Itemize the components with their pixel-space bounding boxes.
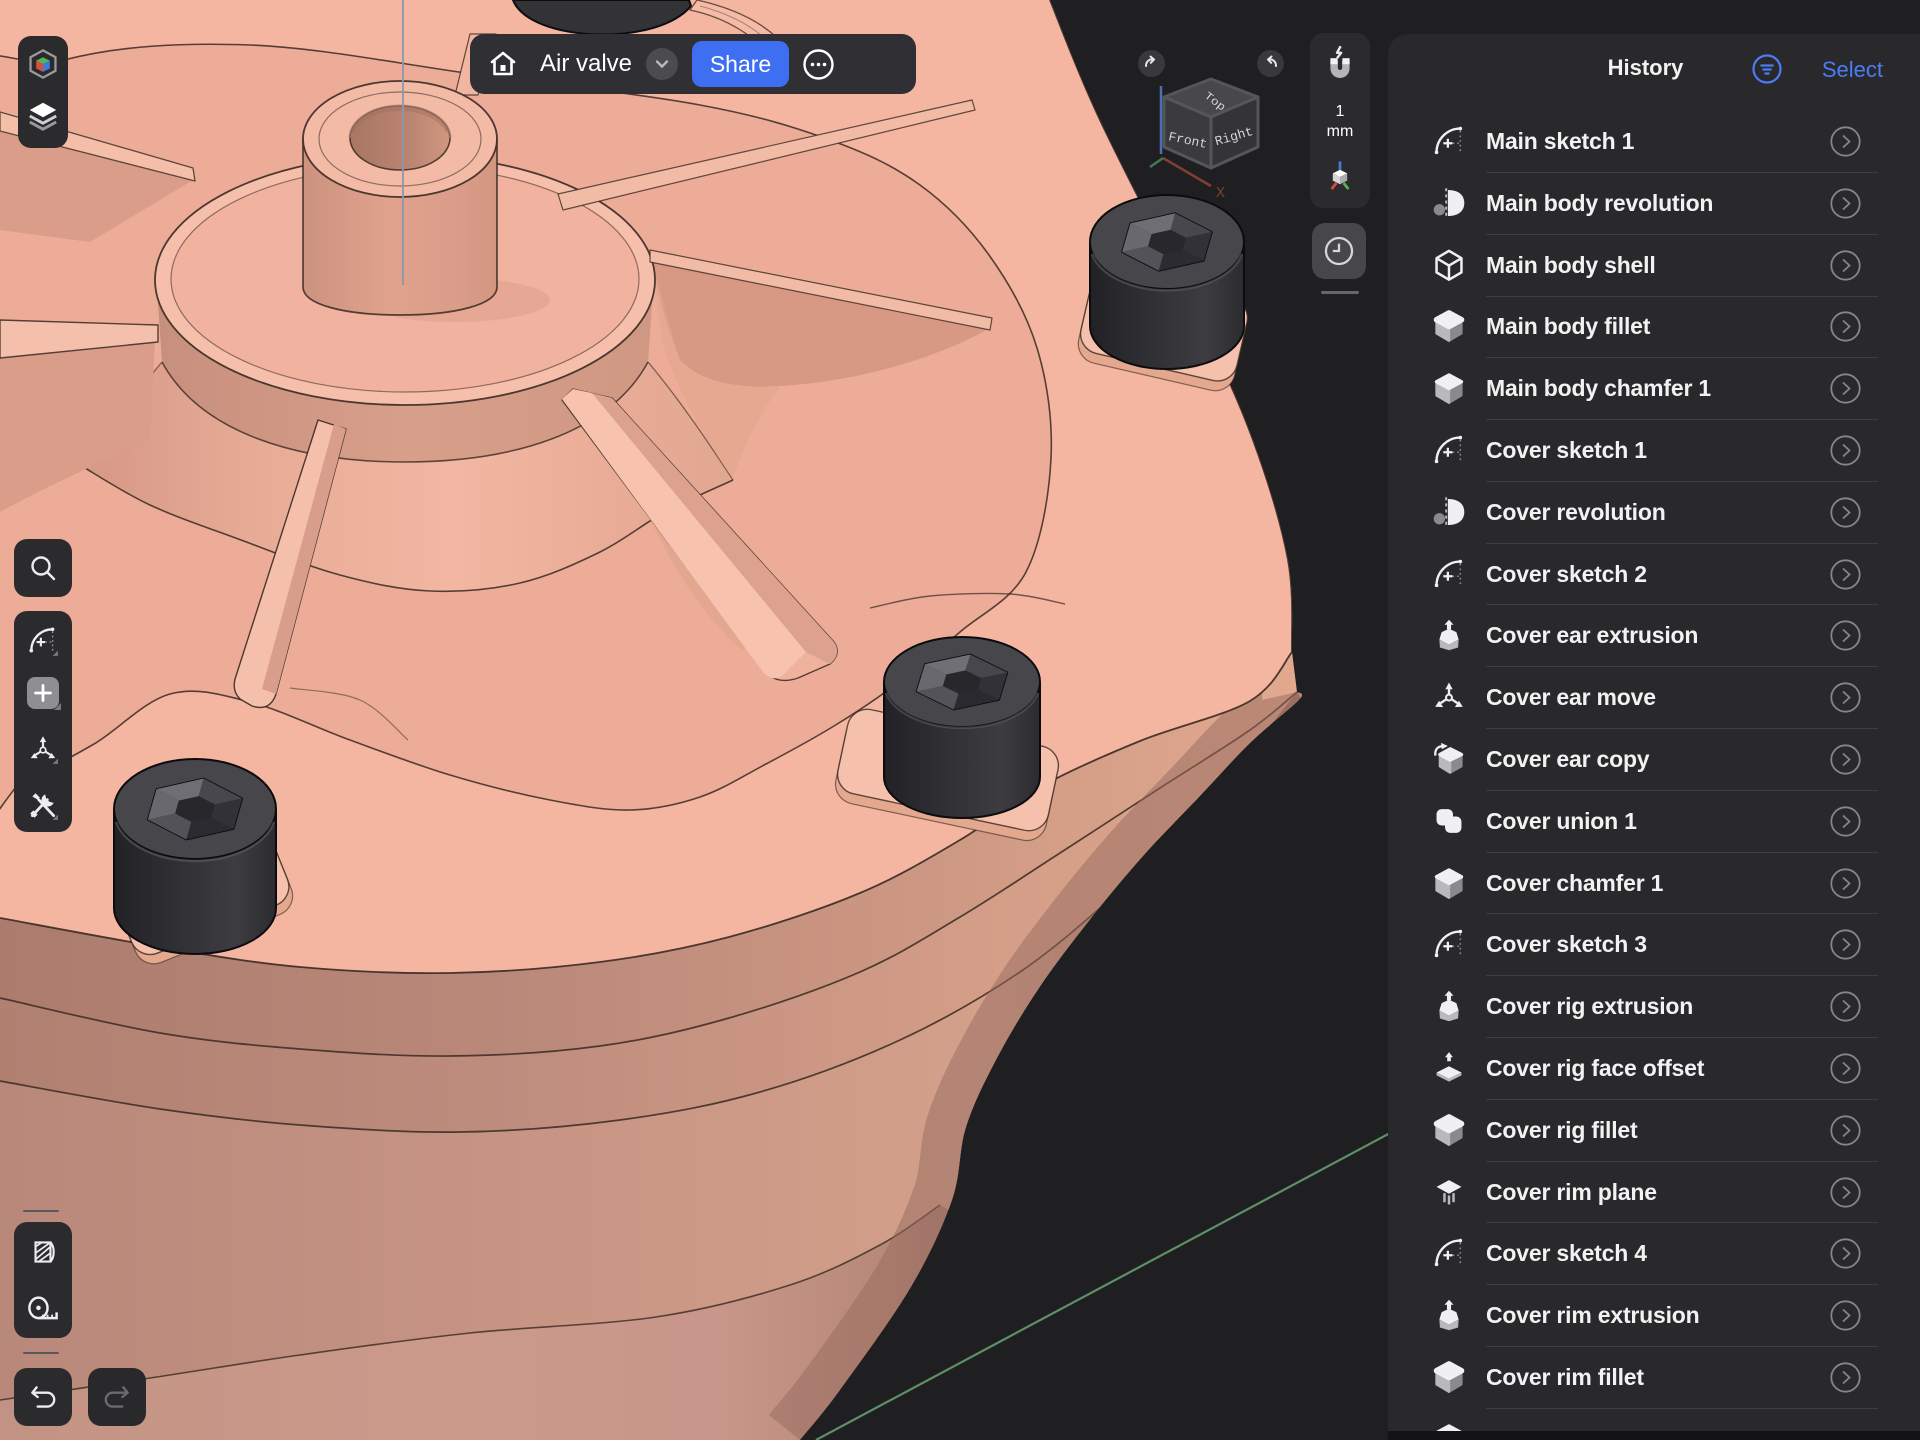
svg-text:X: X	[1216, 185, 1225, 202]
